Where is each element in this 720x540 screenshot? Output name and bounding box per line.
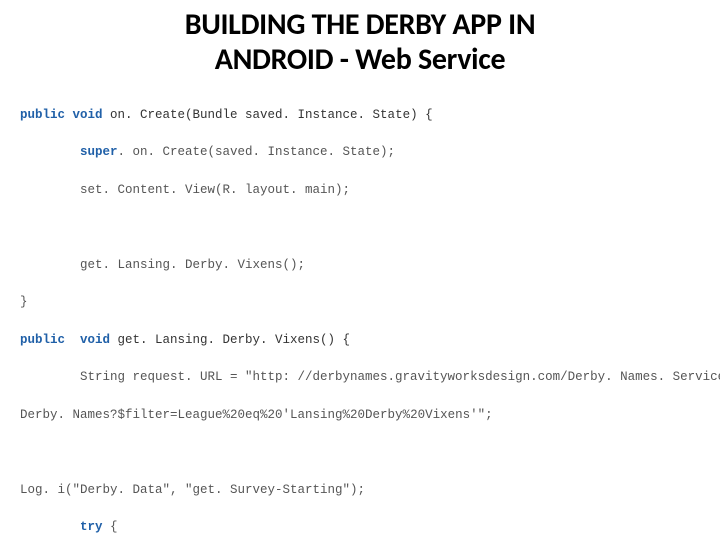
kw-public-void: public void <box>20 108 103 122</box>
kw-public-void-2: public void <box>20 333 110 347</box>
title-line-2: ANDROID - Web Service <box>215 41 506 78</box>
slide: BUILDING THE DERBY APP IN ANDROID - Web … <box>0 0 720 540</box>
title-line-1: BUILDING THE DERBY APP IN <box>185 6 536 43</box>
code-block: public void on. Create(Bundle saved. Ins… <box>20 87 700 540</box>
kw-super: super <box>80 145 118 159</box>
slide-title: BUILDING THE DERBY APP IN ANDROID - Web … <box>20 8 700 77</box>
kw-try: try <box>80 520 103 534</box>
